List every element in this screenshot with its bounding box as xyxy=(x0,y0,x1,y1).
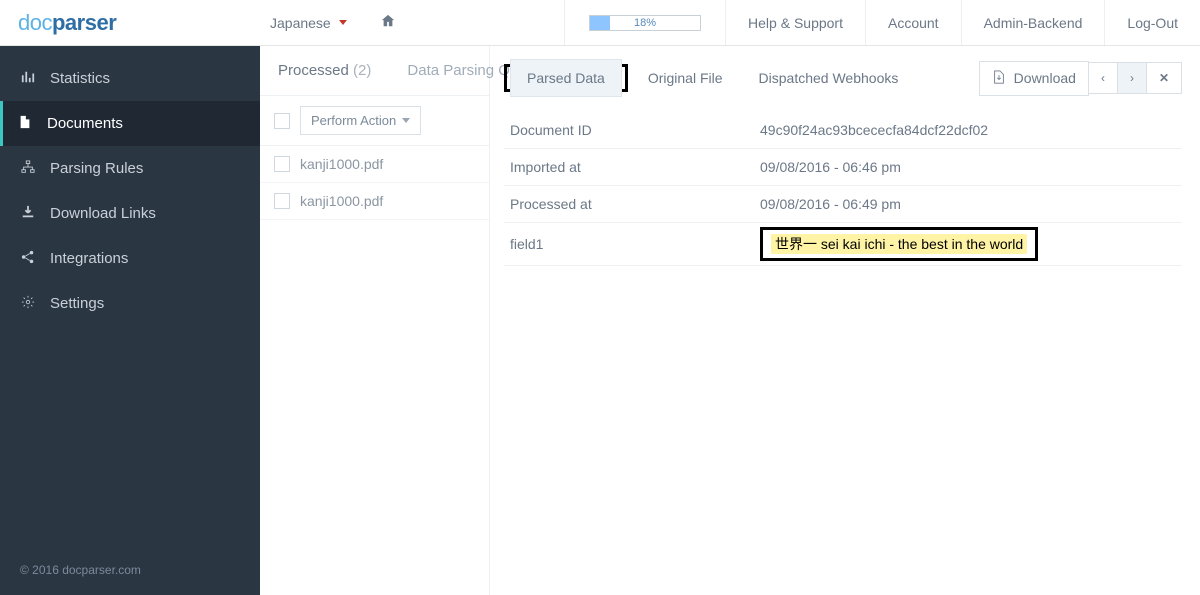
field-key: Imported at xyxy=(504,149,754,186)
field-key: Processed at xyxy=(504,186,754,223)
field-value: 世界一 sei kai ichi - the best in the world xyxy=(771,234,1027,254)
share-icon xyxy=(20,250,36,267)
topbar-left: Japanese xyxy=(260,14,395,31)
table-row: Document ID 49c90f24ac93bcececfa84dcf22d… xyxy=(504,112,1182,149)
field-value: 09/08/2016 - 06:46 pm xyxy=(754,149,1182,186)
admin-backend-link[interactable]: Admin-Backend xyxy=(961,0,1105,45)
row-checkbox[interactable] xyxy=(274,193,290,209)
action-row: Perform Action xyxy=(260,96,489,146)
sidebar-item-label: Settings xyxy=(50,295,104,312)
sitemap-icon xyxy=(20,160,36,177)
documents-column: Processed (2) Data Parsing Q Perform Act… xyxy=(260,46,490,595)
document-name: kanji1000.pdf xyxy=(300,156,383,172)
parsed-data-table: Document ID 49c90f24ac93bcececfa84dcf22d… xyxy=(504,112,1182,266)
progress-bar-track: 18% xyxy=(589,15,701,31)
field-value-cell: 世界一 sei kai ichi - the best in the world xyxy=(754,223,1182,266)
document-name: kanji1000.pdf xyxy=(300,193,383,209)
logo-part2: parser xyxy=(52,10,116,35)
field-value: 09/08/2016 - 06:49 pm xyxy=(754,186,1182,223)
sidebar-item-label: Documents xyxy=(47,115,123,132)
sidebar-item-integrations[interactable]: Integrations xyxy=(0,236,260,281)
table-row: field1 世界一 sei kai ichi - the best in th… xyxy=(504,223,1182,266)
help-support-link[interactable]: Help & Support xyxy=(725,0,865,45)
close-icon: ✕ xyxy=(1159,71,1169,85)
detail-panel: Parsed Data Original File Dispatched Web… xyxy=(490,46,1200,595)
next-button[interactable]: › xyxy=(1117,62,1147,94)
sidebar-item-label: Integrations xyxy=(50,250,128,267)
highlight-box: Parsed Data xyxy=(504,64,628,92)
sidebar-item-parsing-rules[interactable]: Parsing Rules xyxy=(0,146,260,191)
chevron-right-icon: › xyxy=(1130,71,1134,85)
row-checkbox[interactable] xyxy=(274,156,290,172)
topbar-right: 18% Help & Support Account Admin-Backend… xyxy=(564,0,1200,45)
subtab-parsed-data[interactable]: Parsed Data xyxy=(510,59,622,97)
sidebar-item-download-links[interactable]: Download Links xyxy=(0,191,260,236)
sidebar-item-label: Parsing Rules xyxy=(50,160,143,177)
highlight-box: 世界一 sei kai ichi - the best in the world xyxy=(760,227,1038,261)
sidebar-item-settings[interactable]: Settings xyxy=(0,281,260,326)
caret-down-icon xyxy=(402,118,410,123)
usage-progress: 18% xyxy=(564,0,725,45)
logout-link[interactable]: Log-Out xyxy=(1104,0,1200,45)
close-button[interactable]: ✕ xyxy=(1146,62,1182,94)
field-value: 49c90f24ac93bcececfa84dcf22dcf02 xyxy=(754,112,1182,149)
perform-action-label: Perform Action xyxy=(311,113,396,128)
language-select[interactable]: Japanese xyxy=(270,15,347,31)
bar-chart-icon xyxy=(20,70,36,87)
select-all-checkbox[interactable] xyxy=(274,113,290,129)
tab-count: (2) xyxy=(353,62,371,79)
sidebar-footer: © 2016 docparser.com xyxy=(0,545,260,595)
field-key: field1 xyxy=(504,223,754,266)
download-button[interactable]: Download xyxy=(979,61,1089,96)
tab-processed[interactable]: Processed (2) xyxy=(260,62,389,79)
sidebar-item-label: Download Links xyxy=(50,205,156,222)
file-icon xyxy=(17,115,33,132)
prev-button[interactable]: ‹ xyxy=(1088,62,1118,94)
gear-icon xyxy=(20,295,36,312)
logo: docparser xyxy=(0,10,260,36)
download-icon xyxy=(992,70,1006,87)
chevron-left-icon: ‹ xyxy=(1101,71,1105,85)
caret-down-icon xyxy=(339,20,347,25)
sidebar-item-label: Statistics xyxy=(50,70,110,87)
table-row: Imported at 09/08/2016 - 06:46 pm xyxy=(504,149,1182,186)
subtab-dispatched-webhooks[interactable]: Dispatched Webhooks xyxy=(743,60,915,96)
sidebar-item-statistics[interactable]: Statistics xyxy=(0,56,260,101)
download-label: Download xyxy=(1014,70,1076,86)
document-row[interactable]: kanji1000.pdf xyxy=(260,146,489,183)
document-row[interactable]: kanji1000.pdf xyxy=(260,183,489,220)
table-row: Processed at 09/08/2016 - 06:49 pm xyxy=(504,186,1182,223)
progress-label: 18% xyxy=(590,16,700,30)
subtab-original-file[interactable]: Original File xyxy=(632,60,739,96)
detail-actions: Download ‹ › ✕ xyxy=(979,61,1182,96)
account-link[interactable]: Account xyxy=(865,0,961,45)
download-icon xyxy=(20,205,36,222)
logo-part1: doc xyxy=(18,10,52,35)
detail-subtabs: Parsed Data Original File Dispatched Web… xyxy=(504,60,914,96)
home-icon[interactable] xyxy=(381,14,395,31)
detail-topbar: Parsed Data Original File Dispatched Web… xyxy=(504,60,1182,96)
sidebar: Statistics Documents Parsing Rules Downl… xyxy=(0,46,260,595)
perform-action-dropdown[interactable]: Perform Action xyxy=(300,106,421,135)
top-bar: docparser Japanese 18% Help & Support Ac… xyxy=(0,0,1200,46)
tab-label: Processed xyxy=(278,62,349,79)
language-label: Japanese xyxy=(270,15,331,31)
field-key: Document ID xyxy=(504,112,754,149)
sidebar-item-documents[interactable]: Documents xyxy=(0,101,260,146)
documents-tabs: Processed (2) Data Parsing Q xyxy=(260,46,489,96)
